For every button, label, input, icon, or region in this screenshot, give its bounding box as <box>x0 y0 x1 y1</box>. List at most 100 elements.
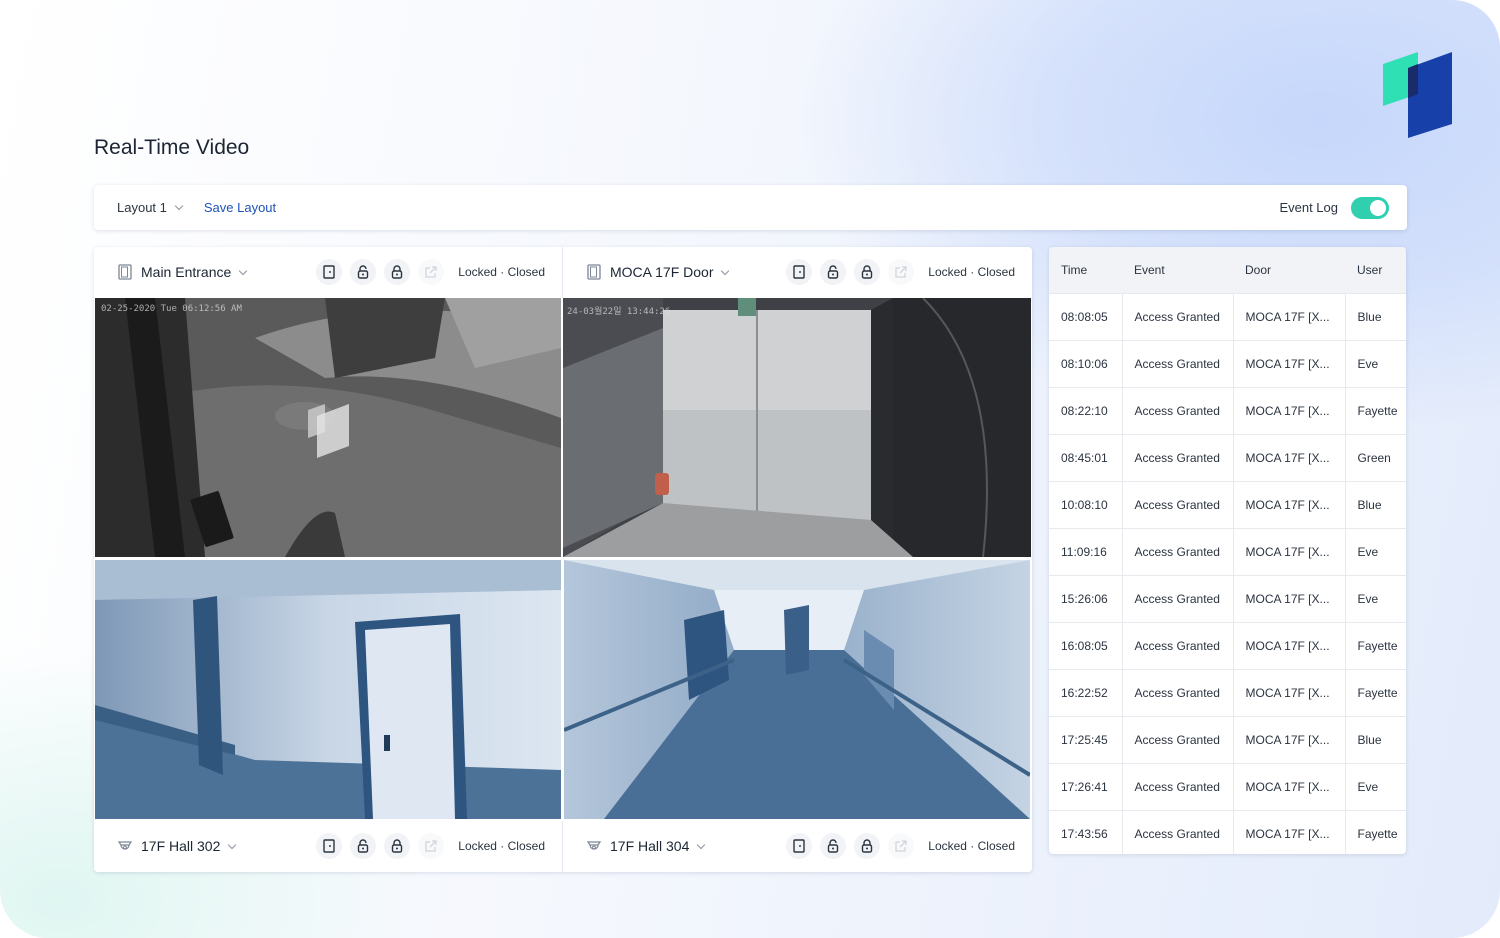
camera-name: 17F Hall 302 <box>141 838 221 854</box>
camera-header-moca-17f-door: MOCA 17F Door Locked · Closed <box>563 247 1032 297</box>
table-row[interactable]: 08:22:10 Access Granted MOCA 17F [X... Faye… <box>1049 387 1406 434</box>
unlock-button[interactable] <box>820 259 847 285</box>
cell-time: 17:26:41 <box>1049 763 1123 810</box>
cell-event: Access Granted <box>1122 528 1234 575</box>
lock-button[interactable] <box>854 259 881 285</box>
chevron-down-icon[interactable] <box>228 840 237 849</box>
table-row[interactable]: 17:26:41 Access Granted MOCA 17F [X... Eve <box>1049 763 1406 810</box>
cell-time: 08:22:10 <box>1049 387 1123 434</box>
unlock-icon <box>828 265 839 279</box>
door-icon <box>323 265 335 279</box>
unlock-icon <box>358 839 369 853</box>
brand-logo <box>1383 52 1452 138</box>
event-log-toggle[interactable] <box>1351 196 1389 219</box>
cell-door: MOCA 17F [X... <box>1233 387 1346 434</box>
camera-name: MOCA 17F Door <box>610 264 714 280</box>
door-button[interactable] <box>316 259 343 285</box>
unlock-button[interactable] <box>350 259 377 285</box>
unlock-icon <box>828 839 839 853</box>
table-row[interactable]: 16:08:05 Access Granted MOCA 17F [X... Faye… <box>1049 622 1406 669</box>
camera-name: 17F Hall 304 <box>610 838 690 854</box>
video-feed-17f-hall-302[interactable] <box>95 560 561 819</box>
cell-time: 16:08:05 <box>1049 622 1123 669</box>
column-header-door[interactable]: Door <box>1233 247 1345 293</box>
video-feed-main-entrance[interactable]: 02-25-2020 Tue 06:12:56 AM <box>95 298 561 557</box>
camera-header-main-entrance: Main Entrance Locked · Closed <box>94 247 562 297</box>
table-row[interactable]: 17:43:56 Access Granted MOCA 17F [X... Faye… <box>1049 810 1406 854</box>
cell-door: MOCA 17F [X... <box>1233 434 1346 481</box>
event-log-label: Event Log <box>1279 200 1338 215</box>
open-external-button[interactable] <box>418 833 445 859</box>
unlock-button[interactable] <box>820 833 847 859</box>
table-row[interactable]: 17:25:45 Access Granted MOCA 17F [X... Blue <box>1049 716 1406 763</box>
table-row[interactable]: 11:09:16 Access Granted MOCA 17F [X... Eve <box>1049 528 1406 575</box>
door-button[interactable] <box>786 259 813 285</box>
video-timestamp: 24-03월22일 13:44:26 <box>567 307 671 317</box>
external-link-icon <box>425 266 437 278</box>
cell-door: MOCA 17F [X... <box>1233 763 1346 810</box>
table-row[interactable]: 15:26:06 Access Granted MOCA 17F [X... Eve <box>1049 575 1406 622</box>
cell-event: Access Granted <box>1122 622 1234 669</box>
table-row[interactable]: 08:45:01 Access Granted MOCA 17F [X... Gree… <box>1049 434 1406 481</box>
save-layout-button[interactable]: Save Layout <box>204 200 276 215</box>
cell-user: Blue <box>1357 497 1382 512</box>
chevron-down-icon[interactable] <box>239 266 248 275</box>
cell-event: Access Granted <box>1122 575 1234 622</box>
chevron-down-icon[interactable] <box>721 266 730 275</box>
lock-button[interactable] <box>384 259 411 285</box>
cell-event: Access Granted <box>1122 481 1234 528</box>
unlock-icon <box>358 265 369 279</box>
cell-user: Fayette <box>1357 638 1398 653</box>
column-header-user[interactable]: User <box>1345 247 1406 293</box>
open-external-button[interactable] <box>888 833 915 859</box>
table-row[interactable]: 08:08:05 Access Granted MOCA 17F [X... Blue <box>1049 293 1406 340</box>
table-row[interactable]: 16:22:52 Access Granted MOCA 17F [X... Faye… <box>1049 669 1406 716</box>
lock-button[interactable] <box>854 833 881 859</box>
lock-icon <box>392 839 403 853</box>
column-header-time[interactable]: Time <box>1049 247 1122 293</box>
table-row[interactable]: 10:08:10 Access Granted MOCA 17F [X... Blue <box>1049 481 1406 528</box>
cell-time: 17:25:45 <box>1049 716 1123 763</box>
external-link-icon <box>895 266 907 278</box>
door-icon <box>793 265 805 279</box>
door-icon <box>587 264 601 280</box>
security-camera-icon <box>587 841 601 850</box>
cell-event: Access Granted <box>1122 387 1234 434</box>
open-external-button[interactable] <box>888 259 915 285</box>
table-row[interactable]: 08:10:06 Access Granted MOCA 17F [X... Eve <box>1049 340 1406 387</box>
cell-user: Fayette <box>1357 826 1398 841</box>
video-feed-17f-hall-304[interactable] <box>564 560 1030 819</box>
cell-user: Green <box>1357 450 1391 465</box>
open-external-button[interactable] <box>418 259 445 285</box>
video-feed-moca-17f-door[interactable]: 24-03월22일 13:44:26 <box>563 298 1031 557</box>
cell-event: Access Granted <box>1122 434 1234 481</box>
cell-user: Fayette <box>1357 403 1398 418</box>
cell-door: MOCA 17F [X... <box>1233 528 1346 575</box>
cell-time: 15:26:06 <box>1049 575 1123 622</box>
door-button[interactable] <box>786 833 813 859</box>
column-header-event[interactable]: Event <box>1122 247 1233 293</box>
layout-select-value: Layout 1 <box>117 200 167 215</box>
camera-header-17f-hall-302: 17F Hall 302 Locked · Closed <box>94 821 562 871</box>
chevron-down-icon[interactable] <box>697 840 706 849</box>
page-title: Real-Time Video <box>94 136 250 159</box>
camera-controls: Locked · Closed <box>316 259 545 285</box>
camera-controls: Locked · Closed <box>316 833 545 859</box>
lock-button[interactable] <box>384 833 411 859</box>
cell-time: 10:08:10 <box>1049 481 1123 528</box>
cell-time: 08:10:06 <box>1049 340 1123 387</box>
event-log-panel: Time Event Door User 08:08:05 Access Gran… <box>1049 247 1406 854</box>
unlock-button[interactable] <box>350 833 377 859</box>
cell-door: MOCA 17F [X... <box>1233 622 1346 669</box>
cell-door: MOCA 17F [X... <box>1233 340 1346 387</box>
app-window: Real-Time Video Layout 1 Save Layout Eve… <box>0 0 1500 938</box>
layout-select[interactable]: Layout 1 <box>117 200 184 215</box>
layout-toolbar: Layout 1 Save Layout Event Log <box>94 185 1407 230</box>
video-timestamp: 02-25-2020 Tue 06:12:56 AM <box>101 304 242 314</box>
cell-user: Eve <box>1357 544 1379 559</box>
cell-time: 17:43:56 <box>1049 810 1123 854</box>
lock-icon <box>862 265 873 279</box>
door-button[interactable] <box>316 833 343 859</box>
camera-controls: Locked · Closed <box>786 259 1015 285</box>
external-link-icon <box>425 840 437 852</box>
